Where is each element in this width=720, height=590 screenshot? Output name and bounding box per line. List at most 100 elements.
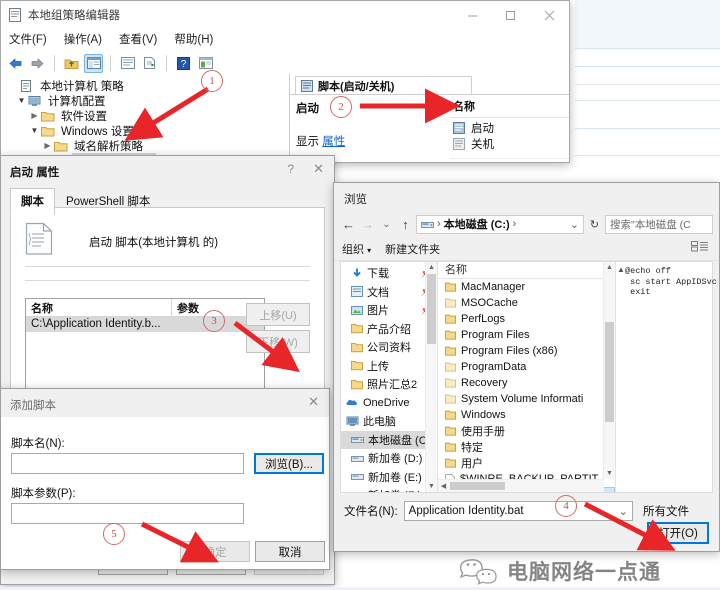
folder-icon	[351, 324, 363, 334]
address-crumb[interactable]: 本地磁盘 (C:)	[444, 216, 510, 232]
maximize-button[interactable]	[491, 1, 529, 29]
menu-action[interactable]: 操作(A)	[64, 31, 102, 51]
file-name: PerfLogs	[461, 313, 506, 325]
forward-arrow-icon[interactable]: →	[359, 215, 376, 233]
list-item[interactable]: Recovery	[438, 375, 615, 391]
help-icon[interactable]: ?	[174, 54, 193, 73]
navpane-scrollbar[interactable]: ▲ ▼	[425, 262, 437, 492]
forward-arrow-icon[interactable]	[28, 54, 47, 73]
close-button[interactable]	[529, 1, 569, 29]
scroll-down-icon[interactable]: ▼	[426, 481, 437, 492]
close-icon[interactable]: ✕	[308, 394, 319, 410]
menu-help[interactable]: 帮助(H)	[174, 31, 213, 51]
new-folder-button[interactable]: 新建文件夹	[385, 241, 440, 257]
table-row[interactable]: C:\Application Identity.b...	[26, 317, 264, 332]
nav-item-photo-summary[interactable]: 照片汇总2	[341, 375, 437, 394]
tree-chevron-closed[interactable]: ▶	[28, 111, 41, 120]
tree-chevron-open[interactable]: ▼	[15, 96, 28, 105]
up-arrow-icon[interactable]: ↑	[397, 215, 414, 233]
nav-item-product-intro[interactable]: 产品介绍	[341, 320, 437, 339]
chevron-down-icon[interactable]: ⌄	[570, 218, 579, 231]
folder-icon	[351, 342, 363, 352]
back-arrow-icon[interactable]	[6, 54, 25, 73]
list-item[interactable]: ProgramData	[438, 359, 615, 375]
address-bar[interactable]: › 本地磁盘 (C:) › ⌄	[416, 214, 584, 234]
tree-item-label: 域名解析策略	[74, 140, 143, 153]
detail-properties-link[interactable]: 属性	[322, 136, 345, 148]
detail-item-startup[interactable]: 启动	[450, 120, 569, 136]
list-item[interactable]: 用户	[438, 455, 615, 471]
tree-chevron-closed[interactable]: ▶	[41, 141, 54, 150]
list-item[interactable]: System Volume Informati	[438, 391, 615, 407]
show-tree-icon[interactable]	[84, 53, 103, 73]
arrow-3	[233, 321, 300, 373]
scroll-up-icon[interactable]: ▲	[617, 265, 625, 274]
list-item[interactable]: MacManager	[438, 279, 615, 295]
view-options-icon[interactable]	[691, 241, 709, 255]
menu-file[interactable]: 文件(F)	[9, 31, 47, 51]
drive-icon	[351, 437, 364, 444]
browse-file-dialog: 浏览 ← → ⌄ ↑ › 本地磁盘 (C:) › ⌄ ↻ 搜索"本地磁盘 (C …	[333, 182, 720, 552]
list-item[interactable]: MSOCache	[438, 295, 615, 311]
refresh-icon[interactable]: ↻	[586, 215, 603, 233]
tree-item-name-resolution-policy[interactable]: ▶ 域名解析策略	[4, 138, 289, 153]
scripts-listbox[interactable]: 名称 参数 C:\Application Identity.b...	[25, 298, 265, 392]
list-item[interactable]: 特定	[438, 439, 615, 455]
help-icon[interactable]: ?	[287, 162, 294, 176]
detail-item-label: 启动	[471, 123, 494, 135]
navigation-pane[interactable]: 下载 📌 文档 📌 图片 📌 产品介	[341, 262, 438, 492]
menu-view[interactable]: 查看(V)	[119, 31, 157, 51]
list-item[interactable]: 使用手册	[438, 423, 615, 439]
list-item[interactable]: Program Files	[438, 327, 615, 343]
watermark: 电脑网络一点通	[455, 552, 720, 588]
cancel-button[interactable]: 取消	[255, 541, 325, 562]
list-item[interactable]: PerfLogs	[438, 311, 615, 327]
tab-scripts[interactable]: 脚本	[10, 188, 55, 215]
step-marker-1: 1	[201, 70, 223, 92]
file-name: 使用手册	[461, 426, 505, 438]
list-item[interactable]: Program Files (x86)	[438, 343, 615, 359]
search-input[interactable]: 搜索"本地磁盘 (C	[605, 214, 713, 234]
nav-item-volume-f[interactable]: 新加卷 (F:)	[341, 486, 437, 492]
props-heading: 启动 脚本(本地计算机 的)	[89, 237, 219, 249]
address-sep: ›	[437, 218, 441, 230]
nav-item-downloads[interactable]: 下载 📌	[341, 264, 437, 283]
nav-item-volume-d[interactable]: 新加卷 (D:)	[341, 449, 437, 468]
filelist-scrollbar[interactable]: ▲ ▼	[603, 262, 615, 479]
browse-button[interactable]: 浏览(B)...	[254, 453, 324, 474]
scroll-up-icon[interactable]: ▲	[604, 262, 615, 273]
tree-chevron-open[interactable]: ▼	[28, 126, 41, 135]
detail-items-list[interactable]: 名称 启动 关机	[450, 98, 569, 162]
watermark-text: 电脑网络一点通	[507, 561, 661, 584]
close-icon[interactable]: ✕	[313, 161, 324, 177]
properties-icon[interactable]	[118, 54, 137, 73]
nav-item-local-disk-c[interactable]: 本地磁盘 (C:)	[341, 430, 437, 449]
back-arrow-icon[interactable]: ←	[340, 215, 357, 233]
list-item[interactable]: Windows	[438, 407, 615, 423]
file-name: MSOCache	[461, 297, 518, 309]
organize-button[interactable]: 组织 ▾	[342, 241, 371, 257]
nav-item-upload[interactable]: 上传	[341, 357, 437, 376]
script-name-field[interactable]	[12, 454, 243, 473]
script-name-input[interactable]	[11, 453, 244, 474]
scroll-up-icon[interactable]: ▲	[426, 262, 437, 273]
tree-item-label: 本地计算机 策略	[40, 80, 124, 93]
nav-item-onedrive[interactable]: OneDrive	[341, 394, 437, 413]
file-list-pane[interactable]: 名称 MacManager MSOCache PerfLogs Program …	[438, 262, 615, 492]
nav-item-label: 新加卷 (D:)	[368, 453, 423, 466]
nav-item-documents[interactable]: 文档 📌	[341, 283, 437, 302]
filelist-hscrollbar[interactable]: ◀	[438, 479, 604, 492]
nav-item-company-data[interactable]: 公司资料	[341, 338, 437, 357]
recent-locations-icon[interactable]: ⌄	[378, 215, 395, 233]
detail-tab-scripts[interactable]: 脚本(启动/关机)	[295, 76, 472, 95]
minimize-button[interactable]	[453, 1, 491, 29]
nav-item-this-pc[interactable]: 此电脑	[341, 412, 437, 431]
scroll-left-icon[interactable]: ◀	[438, 480, 449, 492]
up-folder-icon[interactable]	[62, 54, 81, 73]
nav-item-pictures[interactable]: 图片 📌	[341, 301, 437, 320]
nav-item-volume-e[interactable]: 新加卷 (E:)	[341, 468, 437, 487]
export-list-icon[interactable]	[140, 54, 159, 73]
detail-item-shutdown[interactable]: 关机	[450, 136, 569, 152]
scroll-down-icon[interactable]: ▼	[604, 468, 615, 479]
file-column-header[interactable]: 名称	[438, 262, 615, 279]
